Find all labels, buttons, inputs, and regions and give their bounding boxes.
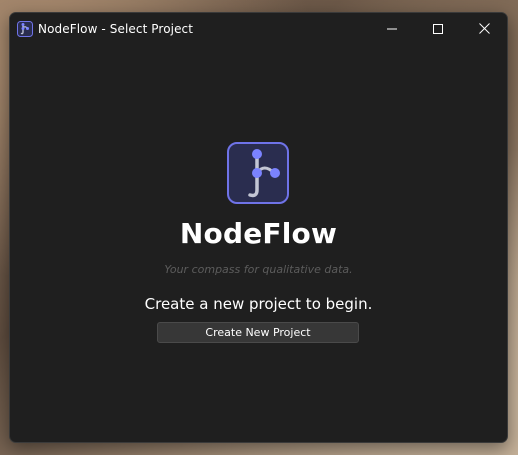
select-project-window: NodeFlow - Select Project NodeFlow Your … [9, 12, 508, 443]
welcome-panel: NodeFlow Your compass for qualitative da… [10, 44, 507, 442]
app-icon [17, 20, 33, 37]
create-prompt: Create a new project to begin. [144, 295, 373, 313]
tagline: Your compass for qualitative data. [164, 263, 353, 276]
minimize-button[interactable] [369, 13, 415, 44]
close-button[interactable] [461, 13, 507, 44]
minimize-icon [387, 28, 397, 29]
maximize-button[interactable] [415, 13, 461, 44]
maximize-icon [433, 23, 443, 34]
window-controls [369, 13, 507, 44]
nodeflow-logo-icon [227, 142, 289, 204]
title-bar[interactable]: NodeFlow - Select Project [10, 13, 507, 44]
close-icon [478, 23, 490, 34]
app-name-heading: NodeFlow [179, 217, 338, 250]
create-new-project-button[interactable]: Create New Project [157, 322, 359, 343]
window-title: NodeFlow - Select Project [38, 21, 194, 36]
